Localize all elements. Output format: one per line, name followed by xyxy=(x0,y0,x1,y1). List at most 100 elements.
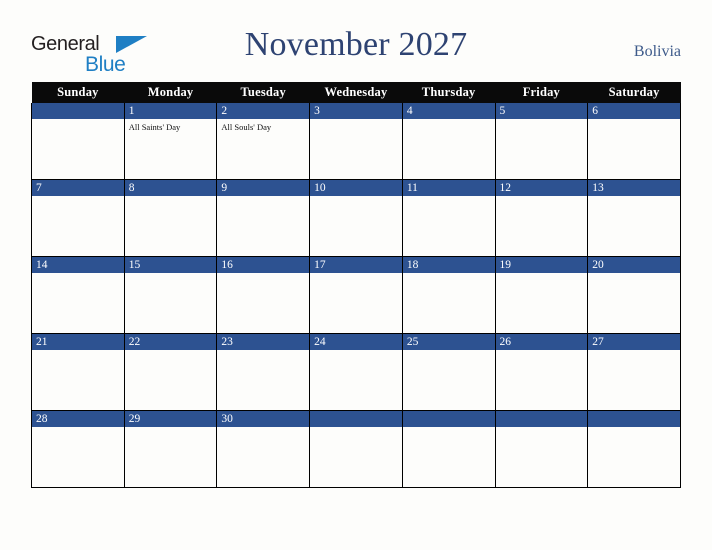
day-events xyxy=(32,350,124,353)
calendar-day-cell[interactable] xyxy=(31,103,125,180)
calendar-day-cell[interactable]: 18 xyxy=(401,256,496,334)
calendar-day-cell[interactable]: 16 xyxy=(216,256,311,334)
day-events xyxy=(496,119,588,122)
calendar-day-cell[interactable]: 29 xyxy=(123,410,218,488)
calendar-day-cell[interactable]: 24 xyxy=(309,333,403,411)
weekday-header-saturday: Saturday xyxy=(587,82,681,103)
holiday-label: All Souls' Day xyxy=(221,122,272,132)
calendar-day-cell[interactable]: 28 xyxy=(31,410,125,488)
day-events xyxy=(310,427,402,430)
calendar-week-row: 7 8 9 10 11 12 13 xyxy=(31,179,681,257)
day-number: 15 xyxy=(124,257,217,273)
calendar-day-cell[interactable]: 13 xyxy=(587,179,681,257)
day-number: 25 xyxy=(402,334,495,350)
calendar-day-cell[interactable]: 25 xyxy=(401,333,496,411)
day-number: 8 xyxy=(124,180,217,196)
day-events xyxy=(403,273,495,276)
calendar-day-cell[interactable]: 15 xyxy=(123,256,218,334)
calendar-day-cell[interactable]: 27 xyxy=(587,333,681,411)
calendar-grid: Sunday Monday Tuesday Wednesday Thursday… xyxy=(31,82,681,488)
calendar-day-cell[interactable]: 21 xyxy=(31,333,125,411)
calendar-day-cell[interactable]: 6 xyxy=(587,103,681,180)
weekday-header-friday: Friday xyxy=(495,82,588,103)
day-events xyxy=(32,196,124,199)
weekday-header-sunday: Sunday xyxy=(31,82,125,103)
calendar-page: General Blue November 2027 Bolivia Sunda… xyxy=(0,0,712,550)
calendar-day-cell[interactable] xyxy=(494,410,589,488)
calendar-day-cell[interactable]: 23 xyxy=(216,333,311,411)
day-events xyxy=(217,196,309,199)
day-events xyxy=(496,350,588,353)
day-number: 27 xyxy=(588,334,680,350)
day-events xyxy=(125,273,217,276)
page-header: General Blue November 2027 Bolivia xyxy=(0,0,712,82)
calendar-day-cell[interactable]: 22 xyxy=(123,333,218,411)
day-events: All Souls' Day xyxy=(217,119,309,133)
day-events xyxy=(217,273,309,276)
calendar-day-cell[interactable]: 8 xyxy=(123,179,218,257)
day-events xyxy=(496,196,588,199)
day-number: 23 xyxy=(217,334,310,350)
day-events xyxy=(403,196,495,199)
day-events xyxy=(588,196,680,199)
day-events xyxy=(310,273,402,276)
calendar-day-cell[interactable]: 30 xyxy=(216,410,311,488)
calendar-day-cell[interactable] xyxy=(401,410,496,488)
day-events xyxy=(217,350,309,353)
day-number: 28 xyxy=(32,411,124,427)
calendar-day-cell[interactable]: 26 xyxy=(494,333,589,411)
day-events xyxy=(588,273,680,276)
day-number xyxy=(310,411,402,427)
day-number: 17 xyxy=(310,257,402,273)
calendar-day-cell[interactable]: 9 xyxy=(216,179,311,257)
day-events xyxy=(310,350,402,353)
calendar-day-cell[interactable] xyxy=(587,410,681,488)
day-number: 7 xyxy=(32,180,124,196)
calendar-day-cell[interactable]: 1 All Saints' Day xyxy=(123,103,218,180)
calendar-day-cell[interactable]: 2 All Souls' Day xyxy=(216,103,311,180)
page-title: November 2027 xyxy=(244,26,468,63)
calendar-day-cell[interactable]: 5 xyxy=(494,103,589,180)
day-events xyxy=(496,427,588,430)
calendar-week-row: 28 29 30 xyxy=(31,410,681,488)
day-number: 12 xyxy=(495,180,588,196)
weekday-header-tuesday: Tuesday xyxy=(216,82,310,103)
day-number: 18 xyxy=(402,257,495,273)
day-number: 10 xyxy=(310,180,402,196)
calendar-day-cell[interactable]: 7 xyxy=(31,179,125,257)
day-number: 13 xyxy=(588,180,680,196)
day-number: 1 xyxy=(124,103,217,119)
day-number: 14 xyxy=(32,257,124,273)
country-label: Bolivia xyxy=(633,43,681,60)
day-number: 21 xyxy=(32,334,124,350)
day-events xyxy=(32,427,124,430)
day-number xyxy=(495,411,588,427)
weekday-header-monday: Monday xyxy=(124,82,217,103)
day-events xyxy=(125,196,217,199)
day-events: All Saints' Day xyxy=(125,119,217,133)
calendar-day-cell[interactable]: 20 xyxy=(587,256,681,334)
day-number xyxy=(588,411,680,427)
calendar-day-cell[interactable]: 19 xyxy=(494,256,589,334)
calendar-day-cell[interactable]: 11 xyxy=(401,179,496,257)
day-number: 16 xyxy=(217,257,310,273)
calendar-day-cell[interactable]: 4 xyxy=(401,103,496,180)
day-number xyxy=(32,103,124,119)
calendar-day-cell[interactable]: 10 xyxy=(309,179,403,257)
calendar-day-cell[interactable]: 17 xyxy=(309,256,403,334)
calendar-day-cell[interactable]: 14 xyxy=(31,256,125,334)
day-events xyxy=(496,273,588,276)
day-events xyxy=(125,427,217,430)
day-events xyxy=(310,119,402,122)
calendar-week-row: 14 15 16 17 18 19 20 xyxy=(31,256,681,334)
day-number: 3 xyxy=(310,103,402,119)
day-events xyxy=(403,350,495,353)
day-number: 19 xyxy=(495,257,588,273)
day-events xyxy=(588,427,680,430)
day-number xyxy=(402,411,495,427)
day-number: 2 xyxy=(217,103,310,119)
calendar-day-cell[interactable]: 3 xyxy=(309,103,403,180)
calendar-day-cell[interactable] xyxy=(309,410,403,488)
day-number: 24 xyxy=(310,334,402,350)
calendar-day-cell[interactable]: 12 xyxy=(494,179,589,257)
